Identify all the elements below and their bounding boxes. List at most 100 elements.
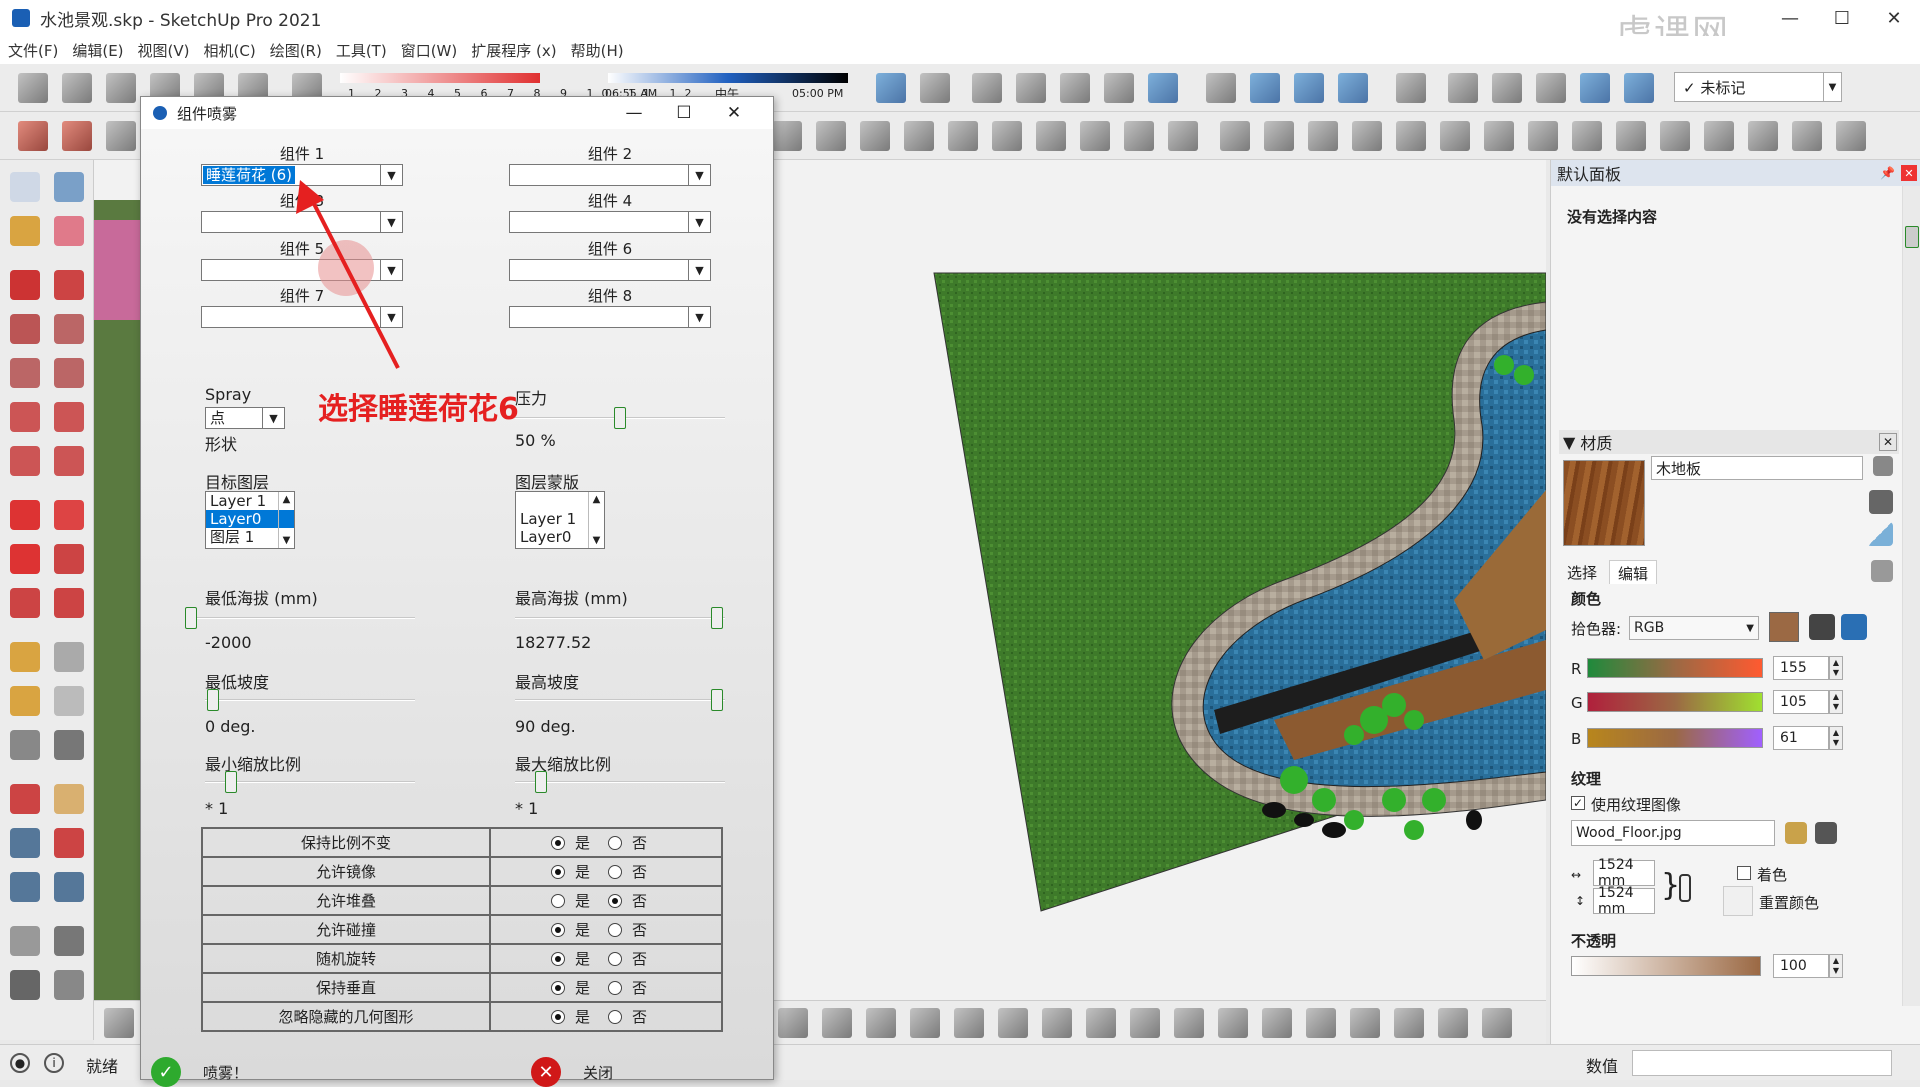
- tag-select[interactable]: ✓ 未标记 ▼: [1674, 72, 1842, 102]
- bottom-tool-20-icon[interactable]: [1482, 1008, 1512, 1038]
- orbit-icon[interactable]: [1206, 73, 1236, 103]
- time-slider[interactable]: [608, 73, 848, 83]
- textured-style-icon[interactable]: [1148, 73, 1178, 103]
- max-slope-track[interactable]: [515, 699, 725, 701]
- bottom-tool-9-icon[interactable]: [998, 1008, 1028, 1038]
- component-8-select[interactable]: ▼: [509, 306, 711, 328]
- bottom-tool-17-icon[interactable]: [1350, 1008, 1380, 1038]
- shaded-style-icon[interactable]: [1104, 73, 1134, 103]
- menu-file[interactable]: 文件(F): [8, 40, 58, 61]
- component-1-select[interactable]: 睡莲荷花 (6) ▼: [201, 164, 403, 186]
- extension-tool-5-icon[interactable]: [948, 121, 978, 151]
- b-spinner[interactable]: ▲ ▼: [1829, 726, 1843, 750]
- grid-icon[interactable]: [62, 121, 92, 151]
- no-radio[interactable]: [608, 835, 623, 850]
- spray-shape-select[interactable]: 点 ▼: [205, 407, 285, 429]
- component-c-icon[interactable]: [1536, 73, 1566, 103]
- extension-tool-18-icon[interactable]: [1528, 121, 1558, 151]
- extension-tool-21-icon[interactable]: [1660, 121, 1690, 151]
- extension-tool-17-icon[interactable]: [1484, 121, 1514, 151]
- section-display-icon[interactable]: [1294, 73, 1324, 103]
- texture-height-field[interactable]: 1524 mm: [1593, 885, 1655, 917]
- no-radio[interactable]: [608, 893, 623, 908]
- geo-location-icon[interactable]: ●: [10, 1053, 30, 1073]
- extension-tool-13-icon[interactable]: [1308, 121, 1338, 151]
- two-point-arc-icon[interactable]: [54, 402, 84, 432]
- extension-tool-11-icon[interactable]: [1220, 121, 1250, 151]
- iso-view-icon[interactable]: [876, 73, 906, 103]
- tab-select[interactable]: 选择: [1559, 560, 1605, 584]
- warehouse-icon[interactable]: [18, 73, 48, 103]
- chain-link-icon[interactable]: [1679, 874, 1691, 902]
- extension-tool-24-icon[interactable]: [1792, 121, 1822, 151]
- xray-style-icon[interactable]: [972, 73, 1002, 103]
- yes-radio[interactable]: [551, 980, 565, 995]
- material-name-field[interactable]: 木地板: [1651, 456, 1863, 480]
- reset-color-swatch[interactable]: [1723, 886, 1753, 916]
- component-2-select[interactable]: ▼: [509, 164, 711, 186]
- r-spinner[interactable]: ▲ ▼: [1829, 656, 1843, 680]
- circle-icon[interactable]: [10, 358, 40, 388]
- no-radio[interactable]: [608, 1009, 623, 1024]
- bottom-tool-7-icon[interactable]: [910, 1008, 940, 1038]
- no-radio[interactable]: [608, 922, 623, 937]
- match-model-color-icon[interactable]: [1809, 614, 1835, 640]
- menu-tools[interactable]: 工具(T): [336, 40, 387, 61]
- rectangle-icon[interactable]: [10, 314, 40, 344]
- list-scroll-arrows[interactable]: ▲ ▼: [588, 492, 604, 548]
- bottom-tool-10-icon[interactable]: [1042, 1008, 1072, 1038]
- extension-tool-22-icon[interactable]: [1704, 121, 1734, 151]
- component-e-icon[interactable]: [1624, 73, 1654, 103]
- dialog-close-icon[interactable]: ✕: [709, 97, 759, 129]
- component-6-select[interactable]: ▼: [509, 259, 711, 281]
- component-4-select[interactable]: ▼: [509, 211, 711, 233]
- push-pull-icon[interactable]: [54, 500, 84, 530]
- minimize-icon[interactable]: —: [1764, 0, 1816, 36]
- 3d-text-icon[interactable]: [54, 730, 84, 760]
- sample-paint-icon[interactable]: [1867, 522, 1893, 546]
- bottom-tool-13-icon[interactable]: [1174, 1008, 1204, 1038]
- component-a-icon[interactable]: [1448, 73, 1478, 103]
- extension-tool-6-icon[interactable]: [992, 121, 1022, 151]
- create-material-icon[interactable]: [1873, 456, 1893, 476]
- min-slope-thumb[interactable]: [207, 689, 219, 711]
- layer-icon[interactable]: [1396, 73, 1426, 103]
- maximize-icon[interactable]: ☐: [1816, 0, 1868, 36]
- r-field[interactable]: 155: [1773, 656, 1829, 680]
- min-altitude-thumb[interactable]: [185, 607, 197, 629]
- bottom-tool-14-icon[interactable]: [1218, 1008, 1248, 1038]
- match-screen-color-icon[interactable]: [1841, 614, 1867, 640]
- color-swatch[interactable]: [1769, 612, 1799, 642]
- make-component-icon[interactable]: [54, 172, 84, 202]
- min-slope-track[interactable]: [205, 699, 415, 701]
- tape-measure-icon[interactable]: [10, 642, 40, 672]
- tray-close-icon[interactable]: ✕: [1901, 165, 1917, 181]
- extension-tool-3-icon[interactable]: [860, 121, 890, 151]
- menu-view[interactable]: 视图(V): [138, 40, 190, 61]
- opacity-field[interactable]: 100: [1773, 954, 1829, 978]
- component-3-select[interactable]: ▼: [201, 211, 403, 233]
- bottom-tool-12-icon[interactable]: [1130, 1008, 1160, 1038]
- close-icon[interactable]: ✕: [1868, 0, 1920, 36]
- extension-tool-8-icon[interactable]: [1080, 121, 1110, 151]
- measurement-box[interactable]: [1632, 1050, 1892, 1076]
- eraser-icon[interactable]: [54, 216, 84, 246]
- extension-tool-20-icon[interactable]: [1616, 121, 1646, 151]
- home-icon[interactable]: [106, 73, 136, 103]
- section-plane-icon[interactable]: [1250, 73, 1280, 103]
- bottom-tool-16-icon[interactable]: [1306, 1008, 1336, 1038]
- colorize-checkbox[interactable]: [1737, 866, 1751, 880]
- spray-button[interactable]: ✓ 喷雾！: [151, 1057, 248, 1087]
- follow-me-icon[interactable]: [54, 544, 84, 574]
- arc-icon[interactable]: [10, 402, 40, 432]
- terrain-icon[interactable]: [106, 121, 136, 151]
- section-tool-icon[interactable]: [54, 970, 84, 1000]
- no-radio[interactable]: [608, 980, 623, 995]
- pressure-thumb[interactable]: [614, 407, 626, 429]
- zoom-icon[interactable]: [10, 828, 40, 858]
- bottom-tool-19-icon[interactable]: [1438, 1008, 1468, 1038]
- no-radio[interactable]: [608, 864, 623, 879]
- bottom-tool-6-icon[interactable]: [866, 1008, 896, 1038]
- axes-icon[interactable]: [10, 730, 40, 760]
- use-texture-checkbox[interactable]: ✓: [1571, 796, 1585, 810]
